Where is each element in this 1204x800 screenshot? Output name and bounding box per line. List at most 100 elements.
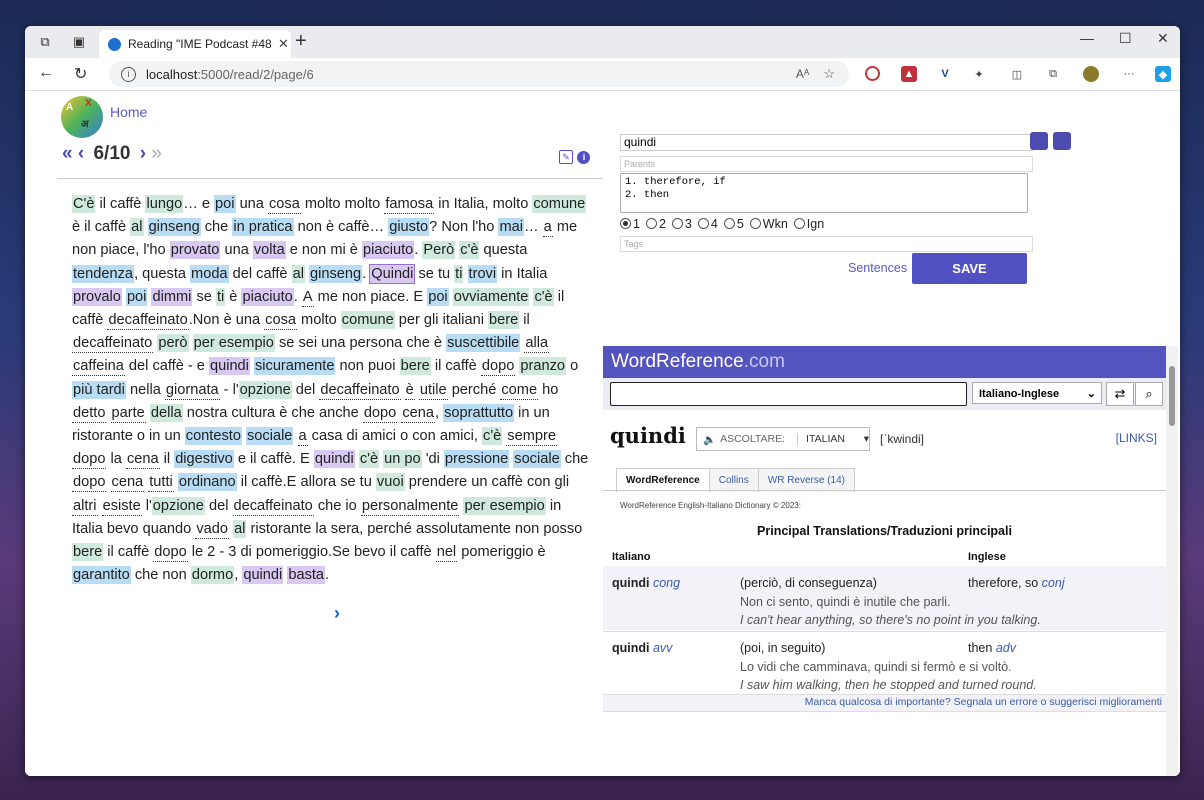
address-bar[interactable]: i localhost:5000/read/2/page/6 Aᴬ ☆ — [109, 61, 849, 87]
reading-word[interactable]: della — [149, 403, 183, 422]
status-option[interactable]: Wkn — [749, 217, 788, 231]
reading-word[interactable]: per esempio — [192, 334, 275, 353]
reading-word[interactable]: dopo — [362, 403, 398, 423]
reading-word[interactable]: c'è — [459, 241, 480, 260]
reading-word[interactable]: dopo — [72, 450, 107, 470]
radio-icon[interactable] — [645, 218, 657, 229]
reading-word[interactable]: opzione — [238, 380, 292, 399]
reading-word[interactable]: utile — [418, 380, 448, 400]
term-input[interactable]: quindi — [620, 134, 1033, 151]
reading-word[interactable]: suscettibile — [446, 334, 521, 353]
reading-word[interactable]: c'è — [358, 450, 380, 469]
wr-entry-word[interactable]: quindi cong — [612, 576, 680, 590]
wr-dictionary-select[interactable]: Italiano-Inglese ⌄ — [972, 382, 1102, 404]
status-option[interactable]: 2 — [645, 217, 666, 231]
scrollbar[interactable] — [1166, 346, 1178, 776]
read-aloud-icon[interactable]: Aᴬ — [796, 67, 809, 81]
reading-word[interactable]: lungo — [145, 195, 184, 213]
reading-word[interactable]: contesto — [184, 427, 242, 446]
refresh-icon[interactable]: ↻ — [74, 64, 87, 84]
reading-word[interactable]: poi — [125, 287, 148, 306]
reading-word[interactable]: decaffeinato — [72, 334, 154, 354]
reading-word[interactable]: quindi — [208, 357, 250, 376]
reading-word[interactable]: parte — [110, 403, 146, 423]
split-screen-icon[interactable]: ◫ — [1009, 66, 1025, 82]
reading-word[interactable]: famosa — [384, 195, 435, 214]
translation-textarea[interactable]: 1. therefore, if 2. then — [620, 173, 1028, 213]
extension-ublock-icon[interactable]: ▲ — [901, 66, 917, 82]
edit-icon[interactable]: ✎ — [559, 150, 573, 164]
status-option[interactable]: 5 — [723, 217, 744, 231]
reading-word[interactable]: bere — [488, 311, 520, 330]
extension-v-icon[interactable]: V — [937, 66, 953, 82]
reading-word[interactable]: caffeina — [72, 357, 125, 377]
reading-word[interactable]: comune — [532, 195, 587, 213]
reading-word[interactable]: ovviamente — [452, 287, 530, 306]
reading-word[interactable]: bere — [399, 357, 431, 376]
reading-word[interactable]: sempre — [506, 427, 557, 447]
radio-icon[interactable] — [671, 218, 683, 229]
reading-word[interactable]: provalo — [72, 287, 122, 306]
parents-input[interactable]: Parents — [620, 156, 1033, 172]
reading-word[interactable]: come — [500, 380, 539, 400]
reading-word[interactable]: esiste — [101, 496, 142, 516]
reading-word[interactable]: quindi — [313, 450, 355, 469]
info-icon[interactable]: i — [577, 151, 591, 164]
dictionary-icon[interactable] — [1030, 132, 1048, 150]
reading-word[interactable]: decaffeinato — [232, 496, 314, 516]
reading-word[interactable]: digestivo — [174, 450, 234, 469]
reading-word[interactable]: ti — [215, 287, 226, 306]
profile-avatar[interactable] — [1083, 66, 1099, 82]
reading-word[interactable]: sociale — [513, 450, 561, 469]
status-option[interactable]: 4 — [697, 217, 718, 231]
reading-word[interactable]: ginseng — [147, 218, 201, 237]
more-menu-icon[interactable]: ··· — [1121, 66, 1137, 82]
reading-word[interactable]: dormo — [190, 566, 235, 585]
reading-word[interactable]: al — [130, 218, 144, 237]
radio-icon[interactable] — [697, 218, 709, 229]
copilot-icon[interactable]: ◆ — [1155, 66, 1171, 82]
reading-word[interactable]: mai — [498, 218, 524, 237]
radio-icon[interactable] — [620, 218, 631, 229]
reading-word[interactable]: soprattutto — [443, 403, 515, 422]
reading-word[interactable]: volta — [252, 241, 286, 260]
reading-word[interactable]: moda — [190, 264, 229, 283]
reading-word[interactable]: cena — [110, 473, 145, 493]
reading-word[interactable]: dopo — [72, 473, 107, 493]
browser-tab[interactable]: Reading "IME Podcast #48 • Coff ✕ — [99, 30, 291, 58]
wr-links[interactable]: [LINKS] — [1116, 431, 1157, 445]
wr-tab[interactable]: WordReference — [616, 468, 710, 492]
reading-word[interactable]: decaffeinato — [319, 380, 401, 400]
new-tab-icon[interactable]: + — [295, 30, 307, 53]
reading-word[interactable]: poi — [214, 195, 236, 213]
favorite-icon[interactable]: ☆ — [823, 66, 835, 82]
reading-word[interactable]: a — [542, 218, 553, 238]
wr-entry-word[interactable]: quindi avv — [612, 641, 672, 655]
reading-word[interactable]: basta — [287, 566, 326, 585]
reading-word[interactable]: bere — [72, 543, 104, 562]
reading-word[interactable]: tutti — [148, 473, 174, 493]
reading-word[interactable]: più tardi — [72, 380, 126, 399]
wr-search-input[interactable] — [610, 382, 967, 406]
reading-word[interactable]: cena — [125, 450, 160, 470]
wr-tab[interactable]: WR Reverse (14) — [757, 468, 855, 492]
tags-input[interactable]: Tags — [620, 236, 1033, 252]
reading-word[interactable]: quindi — [242, 566, 284, 585]
wr-listen-control[interactable]: 🔈 ASCOLTARE: ITALIAN ▾ — [696, 427, 870, 451]
reading-word[interactable]: nel — [435, 543, 458, 563]
speaker-icon[interactable]: 🔈 — [703, 433, 716, 446]
reading-word[interactable]: personalmente — [360, 496, 460, 516]
site-info-icon[interactable]: i — [121, 66, 136, 82]
reading-word[interactable]: opzione — [151, 496, 205, 515]
reading-word[interactable]: giornata — [164, 380, 220, 400]
reading-word[interactable]: al — [233, 519, 247, 538]
next-page-icon[interactable]: › — [140, 143, 146, 164]
reading-word[interactable]: detto — [72, 403, 107, 423]
reading-word[interactable]: Quindi — [369, 263, 416, 284]
reading-word[interactable]: un po — [383, 450, 422, 469]
next-page-arrow-icon[interactable]: › — [334, 603, 340, 624]
extensions-icon[interactable]: ✦ — [971, 66, 987, 82]
reading-word[interactable]: c'è — [533, 287, 554, 306]
reading-word[interactable]: poi — [427, 287, 449, 306]
reading-word[interactable]: provato — [169, 241, 221, 260]
